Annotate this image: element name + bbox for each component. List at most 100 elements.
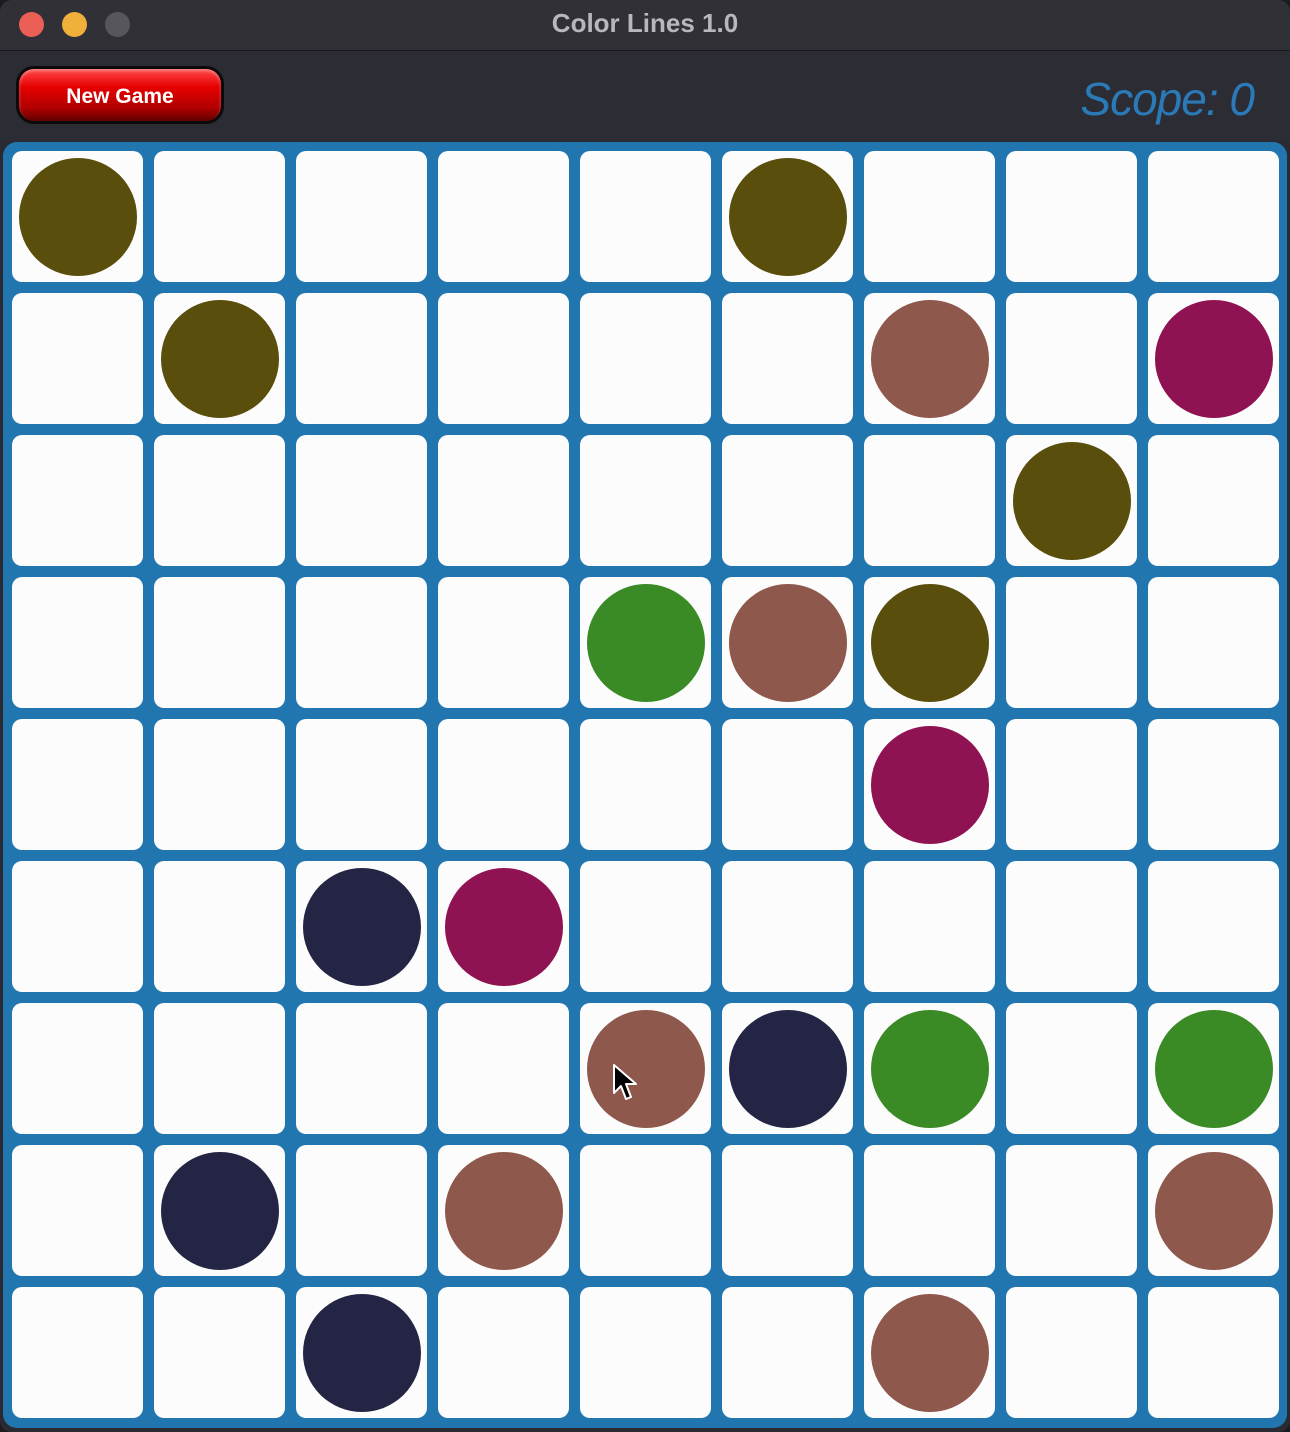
board-cell-r1-c5[interactable]	[580, 151, 711, 282]
board-cell-r3-c1[interactable]	[12, 435, 143, 566]
board-cell-r5-c3[interactable]	[296, 719, 427, 850]
magenta-ball[interactable]	[871, 726, 989, 844]
board-cell-r6-c9[interactable]	[1148, 861, 1279, 992]
board-cell-r3-c6[interactable]	[722, 435, 853, 566]
board-cell-r8-c9[interactable]	[1148, 1145, 1279, 1276]
board-cell-r5-c8[interactable]	[1006, 719, 1137, 850]
navy-ball[interactable]	[161, 1152, 279, 1270]
board-cell-r6-c6[interactable]	[722, 861, 853, 992]
board-cell-r2-c3[interactable]	[296, 293, 427, 424]
board-cell-r3-c7[interactable]	[864, 435, 995, 566]
board-cell-r1-c2[interactable]	[154, 151, 285, 282]
board-cell-r9-c8[interactable]	[1006, 1287, 1137, 1418]
rose-ball[interactable]	[1155, 1152, 1273, 1270]
board-cell-r8-c7[interactable]	[864, 1145, 995, 1276]
olive-ball[interactable]	[871, 584, 989, 702]
board-cell-r7-c9[interactable]	[1148, 1003, 1279, 1134]
board-cell-r4-c5[interactable]	[580, 577, 711, 708]
board-cell-r1-c7[interactable]	[864, 151, 995, 282]
board-cell-r3-c5[interactable]	[580, 435, 711, 566]
rose-ball[interactable]	[445, 1152, 563, 1270]
board-cell-r7-c6[interactable]	[722, 1003, 853, 1134]
board-cell-r7-c7[interactable]	[864, 1003, 995, 1134]
board-cell-r4-c3[interactable]	[296, 577, 427, 708]
board-cell-r4-c6[interactable]	[722, 577, 853, 708]
board-cell-r4-c4[interactable]	[438, 577, 569, 708]
magenta-ball[interactable]	[1155, 300, 1273, 418]
board-cell-r8-c5[interactable]	[580, 1145, 711, 1276]
board-cell-r2-c9[interactable]	[1148, 293, 1279, 424]
rose-ball[interactable]	[587, 1010, 705, 1128]
board-cell-r4-c2[interactable]	[154, 577, 285, 708]
board-cell-r4-c9[interactable]	[1148, 577, 1279, 708]
board-cell-r8-c2[interactable]	[154, 1145, 285, 1276]
navy-ball[interactable]	[303, 868, 421, 986]
board-cell-r2-c4[interactable]	[438, 293, 569, 424]
board-cell-r8-c6[interactable]	[722, 1145, 853, 1276]
navy-ball[interactable]	[303, 1294, 421, 1412]
olive-ball[interactable]	[19, 158, 137, 276]
board-cell-r9-c3[interactable]	[296, 1287, 427, 1418]
board-cell-r1-c1[interactable]	[12, 151, 143, 282]
new-game-button[interactable]: New Game	[16, 66, 224, 124]
board-cell-r3-c2[interactable]	[154, 435, 285, 566]
board-cell-r3-c3[interactable]	[296, 435, 427, 566]
board-cell-r8-c8[interactable]	[1006, 1145, 1137, 1276]
board-cell-r9-c7[interactable]	[864, 1287, 995, 1418]
board-cell-r3-c8[interactable]	[1006, 435, 1137, 566]
olive-ball[interactable]	[729, 158, 847, 276]
olive-ball[interactable]	[1013, 442, 1131, 560]
board-cell-r2-c7[interactable]	[864, 293, 995, 424]
board-cell-r6-c7[interactable]	[864, 861, 995, 992]
board-cell-r1-c9[interactable]	[1148, 151, 1279, 282]
board-cell-r7-c3[interactable]	[296, 1003, 427, 1134]
board-cell-r8-c4[interactable]	[438, 1145, 569, 1276]
board-cell-r9-c2[interactable]	[154, 1287, 285, 1418]
green-ball[interactable]	[871, 1010, 989, 1128]
board-cell-r7-c8[interactable]	[1006, 1003, 1137, 1134]
magenta-ball[interactable]	[445, 868, 563, 986]
board-cell-r9-c9[interactable]	[1148, 1287, 1279, 1418]
board-cell-r9-c1[interactable]	[12, 1287, 143, 1418]
board-cell-r5-c7[interactable]	[864, 719, 995, 850]
board-cell-r9-c6[interactable]	[722, 1287, 853, 1418]
green-ball[interactable]	[1155, 1010, 1273, 1128]
board-cell-r9-c5[interactable]	[580, 1287, 711, 1418]
rose-ball[interactable]	[871, 300, 989, 418]
board-cell-r4-c1[interactable]	[12, 577, 143, 708]
board-cell-r6-c4[interactable]	[438, 861, 569, 992]
olive-ball[interactable]	[161, 300, 279, 418]
board-cell-r2-c1[interactable]	[12, 293, 143, 424]
board-cell-r7-c2[interactable]	[154, 1003, 285, 1134]
board-cell-r5-c4[interactable]	[438, 719, 569, 850]
board-cell-r5-c6[interactable]	[722, 719, 853, 850]
board-cell-r7-c4[interactable]	[438, 1003, 569, 1134]
board-cell-r3-c9[interactable]	[1148, 435, 1279, 566]
board-cell-r2-c6[interactable]	[722, 293, 853, 424]
board-cell-r2-c5[interactable]	[580, 293, 711, 424]
board-cell-r4-c7[interactable]	[864, 577, 995, 708]
board-cell-r6-c5[interactable]	[580, 861, 711, 992]
board-cell-r2-c2[interactable]	[154, 293, 285, 424]
board-cell-r1-c6[interactable]	[722, 151, 853, 282]
navy-ball[interactable]	[729, 1010, 847, 1128]
board-cell-r5-c1[interactable]	[12, 719, 143, 850]
board-cell-r2-c8[interactable]	[1006, 293, 1137, 424]
board-cell-r7-c5[interactable]	[580, 1003, 711, 1134]
board-cell-r3-c4[interactable]	[438, 435, 569, 566]
board-cell-r1-c4[interactable]	[438, 151, 569, 282]
board-cell-r8-c1[interactable]	[12, 1145, 143, 1276]
board-cell-r6-c1[interactable]	[12, 861, 143, 992]
board-cell-r4-c8[interactable]	[1006, 577, 1137, 708]
board-cell-r6-c8[interactable]	[1006, 861, 1137, 992]
board-cell-r9-c4[interactable]	[438, 1287, 569, 1418]
board-cell-r1-c8[interactable]	[1006, 151, 1137, 282]
board-cell-r8-c3[interactable]	[296, 1145, 427, 1276]
board-cell-r6-c2[interactable]	[154, 861, 285, 992]
board-cell-r5-c5[interactable]	[580, 719, 711, 850]
board-cell-r7-c1[interactable]	[12, 1003, 143, 1134]
green-ball[interactable]	[587, 584, 705, 702]
board-cell-r1-c3[interactable]	[296, 151, 427, 282]
board-cell-r6-c3[interactable]	[296, 861, 427, 992]
board-cell-r5-c9[interactable]	[1148, 719, 1279, 850]
